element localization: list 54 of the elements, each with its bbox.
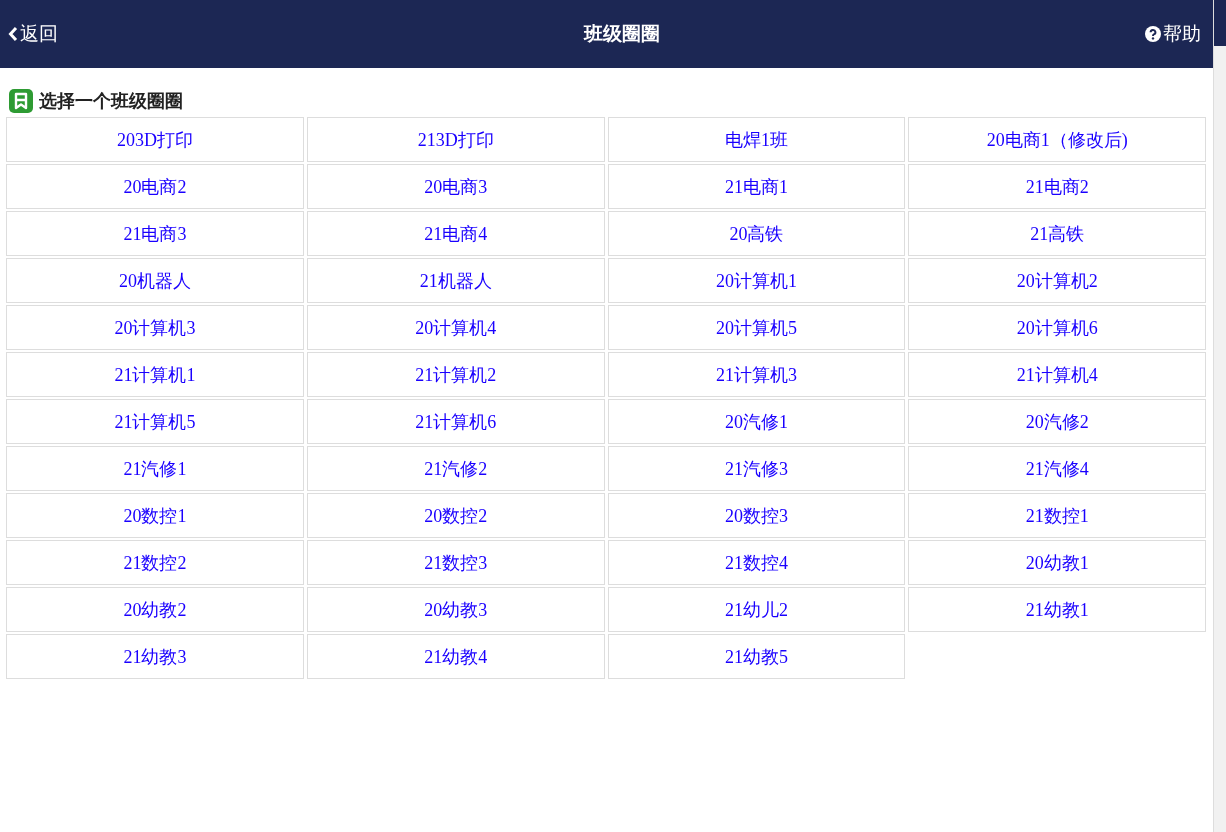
class-link[interactable]: 213D打印 <box>306 117 605 162</box>
class-link[interactable]: 21汽修2 <box>306 446 605 491</box>
section-heading: 选择一个班级圈圈 <box>39 89 183 113</box>
class-link[interactable]: 21计算机1 <box>6 352 304 397</box>
page-title: 班级圈圈 <box>583 21 660 46</box>
class-link[interactable]: 21计算机6 <box>306 399 605 444</box>
class-link[interactable]: 21幼教5 <box>607 634 906 679</box>
back-link[interactable]: 返回 <box>8 21 58 47</box>
class-link[interactable]: 21计算机3 <box>607 352 906 397</box>
class-link[interactable]: 21高铁 <box>908 211 1206 256</box>
class-link[interactable]: 20机器人 <box>6 258 304 303</box>
class-link[interactable]: 21电商1 <box>607 164 906 209</box>
class-link[interactable]: 20数控2 <box>306 493 605 538</box>
chevron-left-icon <box>8 26 18 42</box>
class-link[interactable]: 20汽修1 <box>607 399 906 444</box>
help-link[interactable]: 帮助 <box>1145 21 1201 47</box>
class-link[interactable]: 20计算机6 <box>908 305 1206 350</box>
class-link[interactable]: 20计算机1 <box>607 258 906 303</box>
class-link[interactable]: 20电商1（修改后) <box>908 117 1206 162</box>
class-link[interactable]: 21汽修3 <box>607 446 906 491</box>
class-link[interactable]: 21计算机4 <box>908 352 1206 397</box>
class-link[interactable]: 21计算机2 <box>306 352 605 397</box>
class-link[interactable]: 21计算机5 <box>6 399 304 444</box>
class-link[interactable]: 20幼教1 <box>908 540 1206 585</box>
class-link[interactable]: 电焊1班 <box>607 117 906 162</box>
class-link[interactable]: 21电商2 <box>908 164 1206 209</box>
class-link[interactable]: 20数控3 <box>607 493 906 538</box>
class-link[interactable]: 21汽修4 <box>908 446 1206 491</box>
class-link[interactable]: 20计算机2 <box>908 258 1206 303</box>
class-link[interactable]: 20计算机3 <box>6 305 304 350</box>
class-link[interactable]: 20电商2 <box>6 164 304 209</box>
class-link[interactable]: 20幼教2 <box>6 587 304 632</box>
class-link[interactable]: 21数控2 <box>6 540 304 585</box>
bookmark-icon <box>9 89 33 113</box>
class-link[interactable]: 21幼教3 <box>6 634 304 679</box>
class-link[interactable]: 20计算机4 <box>306 305 605 350</box>
class-link[interactable]: 21幼教4 <box>306 634 605 679</box>
class-link[interactable]: 21数控3 <box>306 540 605 585</box>
class-link[interactable]: 203D打印 <box>6 117 304 162</box>
class-link[interactable]: 20汽修2 <box>908 399 1206 444</box>
class-link[interactable]: 21机器人 <box>306 258 605 303</box>
class-link[interactable]: 21数控1 <box>908 493 1206 538</box>
class-link[interactable]: 20幼教3 <box>306 587 605 632</box>
class-link[interactable]: 21幼儿2 <box>607 587 906 632</box>
class-link[interactable]: 21汽修1 <box>6 446 304 491</box>
class-link[interactable]: 21电商4 <box>306 211 605 256</box>
class-link[interactable]: 21幼教1 <box>908 587 1206 632</box>
class-link[interactable]: 20电商3 <box>306 164 605 209</box>
class-link[interactable]: 20计算机5 <box>607 305 906 350</box>
class-link[interactable]: 21电商3 <box>6 211 304 256</box>
help-icon <box>1145 26 1161 42</box>
class-link[interactable]: 20数控1 <box>6 493 304 538</box>
class-link[interactable]: 21数控4 <box>607 540 906 585</box>
class-link[interactable]: 20高铁 <box>607 211 906 256</box>
